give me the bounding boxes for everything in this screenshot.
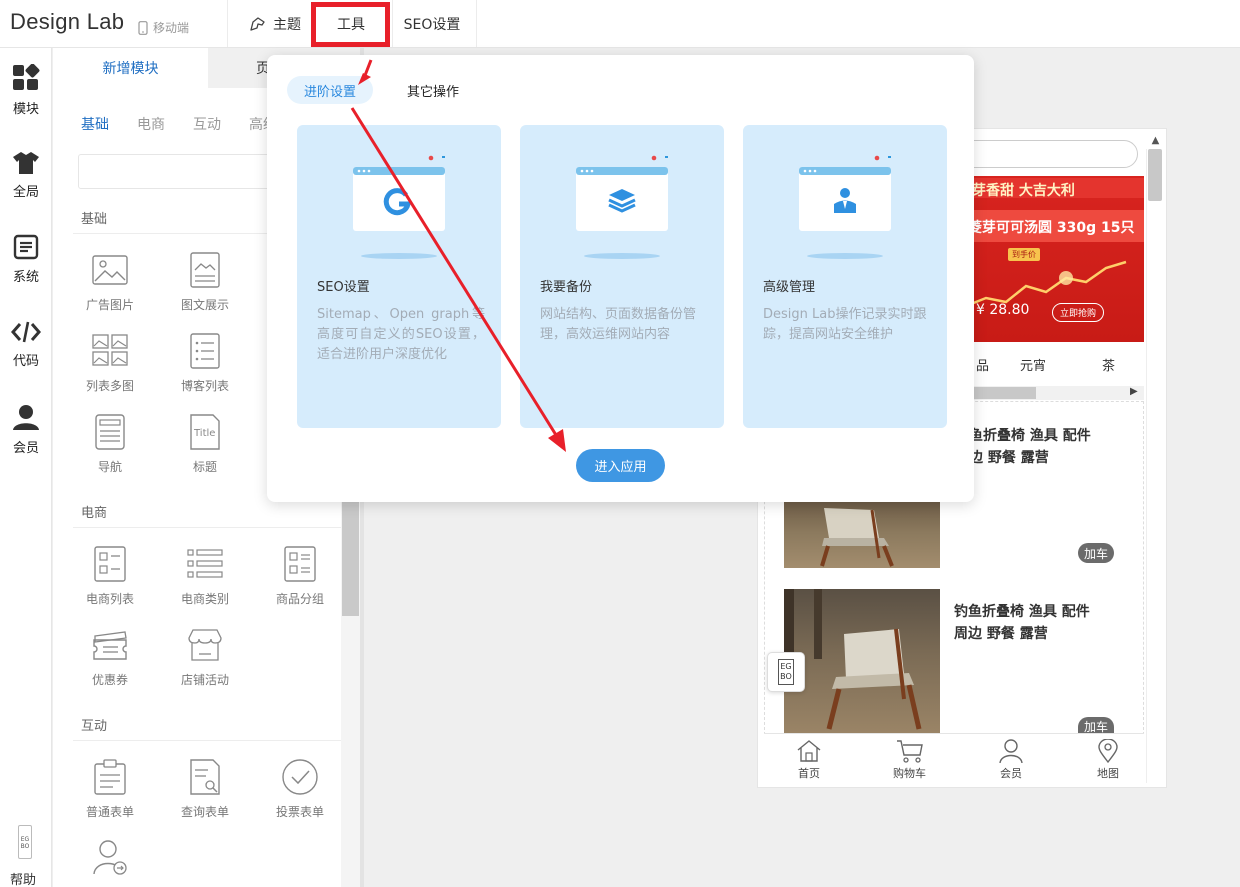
arrow-line-enter [350, 107, 558, 436]
annotation-arrows [350, 59, 566, 452]
arrow-head-enter [548, 429, 566, 452]
app-root: Design Lab 移动端 主题 工具 SEO设置 模块 全局 系统 代码 会… [0, 0, 1240, 887]
arrow-head-tools [358, 73, 371, 85]
